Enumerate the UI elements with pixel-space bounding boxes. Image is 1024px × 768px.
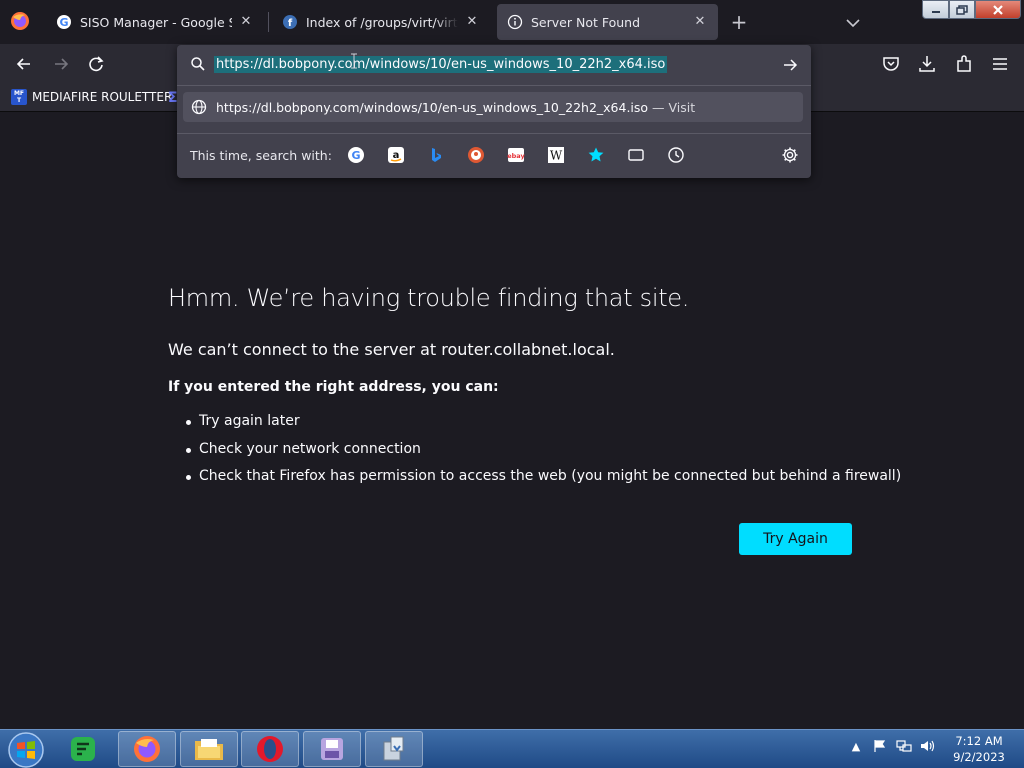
close-tab-icon[interactable]: ✕ (692, 14, 708, 30)
go-arrow-icon[interactable] (781, 56, 799, 74)
suggestion-text: https://dl.bobpony.com/windows/10/en-us_… (216, 100, 695, 115)
list-item: Try again later (185, 413, 901, 441)
restore-button[interactable] (949, 0, 975, 19)
forward-arrow-icon (55, 58, 69, 70)
svg-text:G: G (351, 149, 360, 162)
windows-start-button[interactable] (6, 731, 46, 768)
tab-server-not-found[interactable]: Server Not Found ✕ (497, 4, 718, 40)
system-tray: ▲ (848, 738, 936, 754)
globe-icon (191, 99, 207, 115)
list-item: Check that Firefox has permission to acc… (185, 468, 901, 496)
bookmarks-star-icon[interactable] (587, 146, 605, 164)
try-again-button[interactable]: Try Again (739, 523, 852, 555)
amazon-icon[interactable]: a (387, 146, 405, 164)
svg-text:a: a (393, 150, 400, 161)
error-title: Hmm. We’re having trouble finding that s… (168, 284, 690, 312)
taskbar: ▲ 7:12 AM 9/2/2023 (0, 729, 1024, 768)
svg-text:W: W (550, 149, 563, 163)
info-icon (507, 14, 523, 30)
search-icon (191, 57, 205, 71)
wikipedia-icon[interactable]: W (547, 146, 565, 164)
svg-text:G: G (59, 16, 68, 29)
svg-text:f: f (288, 18, 293, 29)
show-hidden-icons[interactable]: ▲ (848, 738, 864, 754)
svg-text:ebay: ebay (507, 152, 525, 160)
fedora-icon: f (283, 15, 297, 29)
google-icon: G (57, 15, 71, 29)
suggestion-url: https://dl.bobpony.com/windows/10/en-us_… (216, 100, 649, 115)
clock-date: 9/2/2023 (953, 750, 1005, 764)
opera-icon[interactable] (241, 731, 299, 767)
close-window-button[interactable] (975, 0, 1021, 19)
url-input[interactable]: https://dl.bobpony.com/windows/10/en-us_… (214, 56, 668, 73)
divider (177, 85, 811, 86)
extensions-icon[interactable] (953, 53, 975, 75)
suggestion-visit-row[interactable]: https://dl.bobpony.com/windows/10/en-us_… (183, 92, 803, 122)
clock-time: 7:12 AM (955, 734, 1003, 748)
action-center-flag-icon[interactable] (872, 738, 888, 754)
search-with-label: This time, search with: (190, 148, 332, 163)
reload-icon[interactable] (85, 53, 107, 75)
downloads-icon[interactable] (916, 53, 938, 75)
bing-icon[interactable] (427, 146, 445, 164)
hamburger-menu-icon[interactable] (989, 53, 1011, 75)
volume-icon[interactable] (920, 738, 936, 754)
one-off-search-bar: This time, search with: G a ebay W (177, 133, 811, 173)
history-icon[interactable] (667, 146, 685, 164)
suggestion-action: — Visit (652, 100, 696, 115)
minimize-icon (931, 10, 940, 13)
url-bar-popup: https://dl.bobpony.com/windows/10/en-us_… (177, 45, 811, 178)
file-explorer-icon[interactable] (180, 731, 238, 767)
chevron-down-icon[interactable] (843, 13, 863, 33)
error-suggestions-list: Try again later Check your network conne… (185, 413, 901, 496)
tab-title: Server Not Found (531, 14, 641, 30)
tab-siso-manager[interactable]: G SISO Manager - Google Search ✕ (46, 4, 264, 40)
tab-title: Index of /groups/virt/virtio-win (306, 14, 458, 30)
error-short-description: We can’t connect to the server at router… (168, 340, 615, 359)
disk-utility-icon[interactable] (303, 731, 361, 767)
back-arrow-icon[interactable] (13, 53, 35, 75)
bookmark-label: MEDIAFIRE ROULETTER (32, 90, 173, 104)
window-controls (922, 0, 1021, 19)
feedly-icon[interactable] (54, 731, 112, 767)
bookmark-mediafire-rouletter[interactable]: MF T MEDIAFIRE ROULETTER (11, 89, 172, 105)
close-tab-icon[interactable]: ✕ (238, 14, 254, 30)
tab-strip: G SISO Manager - Google Search ✕ f Index… (0, 0, 1024, 44)
google-icon[interactable]: G (347, 146, 365, 164)
close-tab-icon[interactable]: ✕ (464, 14, 480, 30)
tab-virtio-index[interactable]: f Index of /groups/virt/virtio-win ✕ (272, 4, 490, 40)
minimize-button[interactable] (922, 0, 949, 19)
tab-separator (268, 12, 269, 32)
new-tab-button[interactable]: + (728, 12, 750, 34)
tab-title: SISO Manager - Google Search (80, 14, 232, 30)
text-cursor-icon (351, 53, 357, 69)
mediafire-icon: MF T (11, 89, 27, 105)
list-item: Check your network connection (185, 441, 901, 469)
installer-icon[interactable] (365, 731, 423, 767)
firefox-icon[interactable] (118, 731, 176, 767)
ebay-icon[interactable]: ebay (507, 146, 525, 164)
error-suggestions-heading: If you entered the right address, you ca… (168, 379, 499, 395)
restore-icon (956, 4, 968, 15)
gear-icon[interactable] (781, 146, 799, 164)
firefox-menu-icon[interactable] (10, 11, 30, 31)
network-icon[interactable] (896, 738, 912, 754)
clock[interactable]: 7:12 AM 9/2/2023 (946, 733, 1012, 765)
tabs-icon[interactable] (627, 146, 645, 164)
url-bar[interactable]: https://dl.bobpony.com/windows/10/en-us_… (177, 45, 811, 85)
duckduckgo-icon[interactable] (467, 146, 485, 164)
pocket-icon[interactable] (880, 53, 902, 75)
close-icon (993, 4, 1003, 15)
